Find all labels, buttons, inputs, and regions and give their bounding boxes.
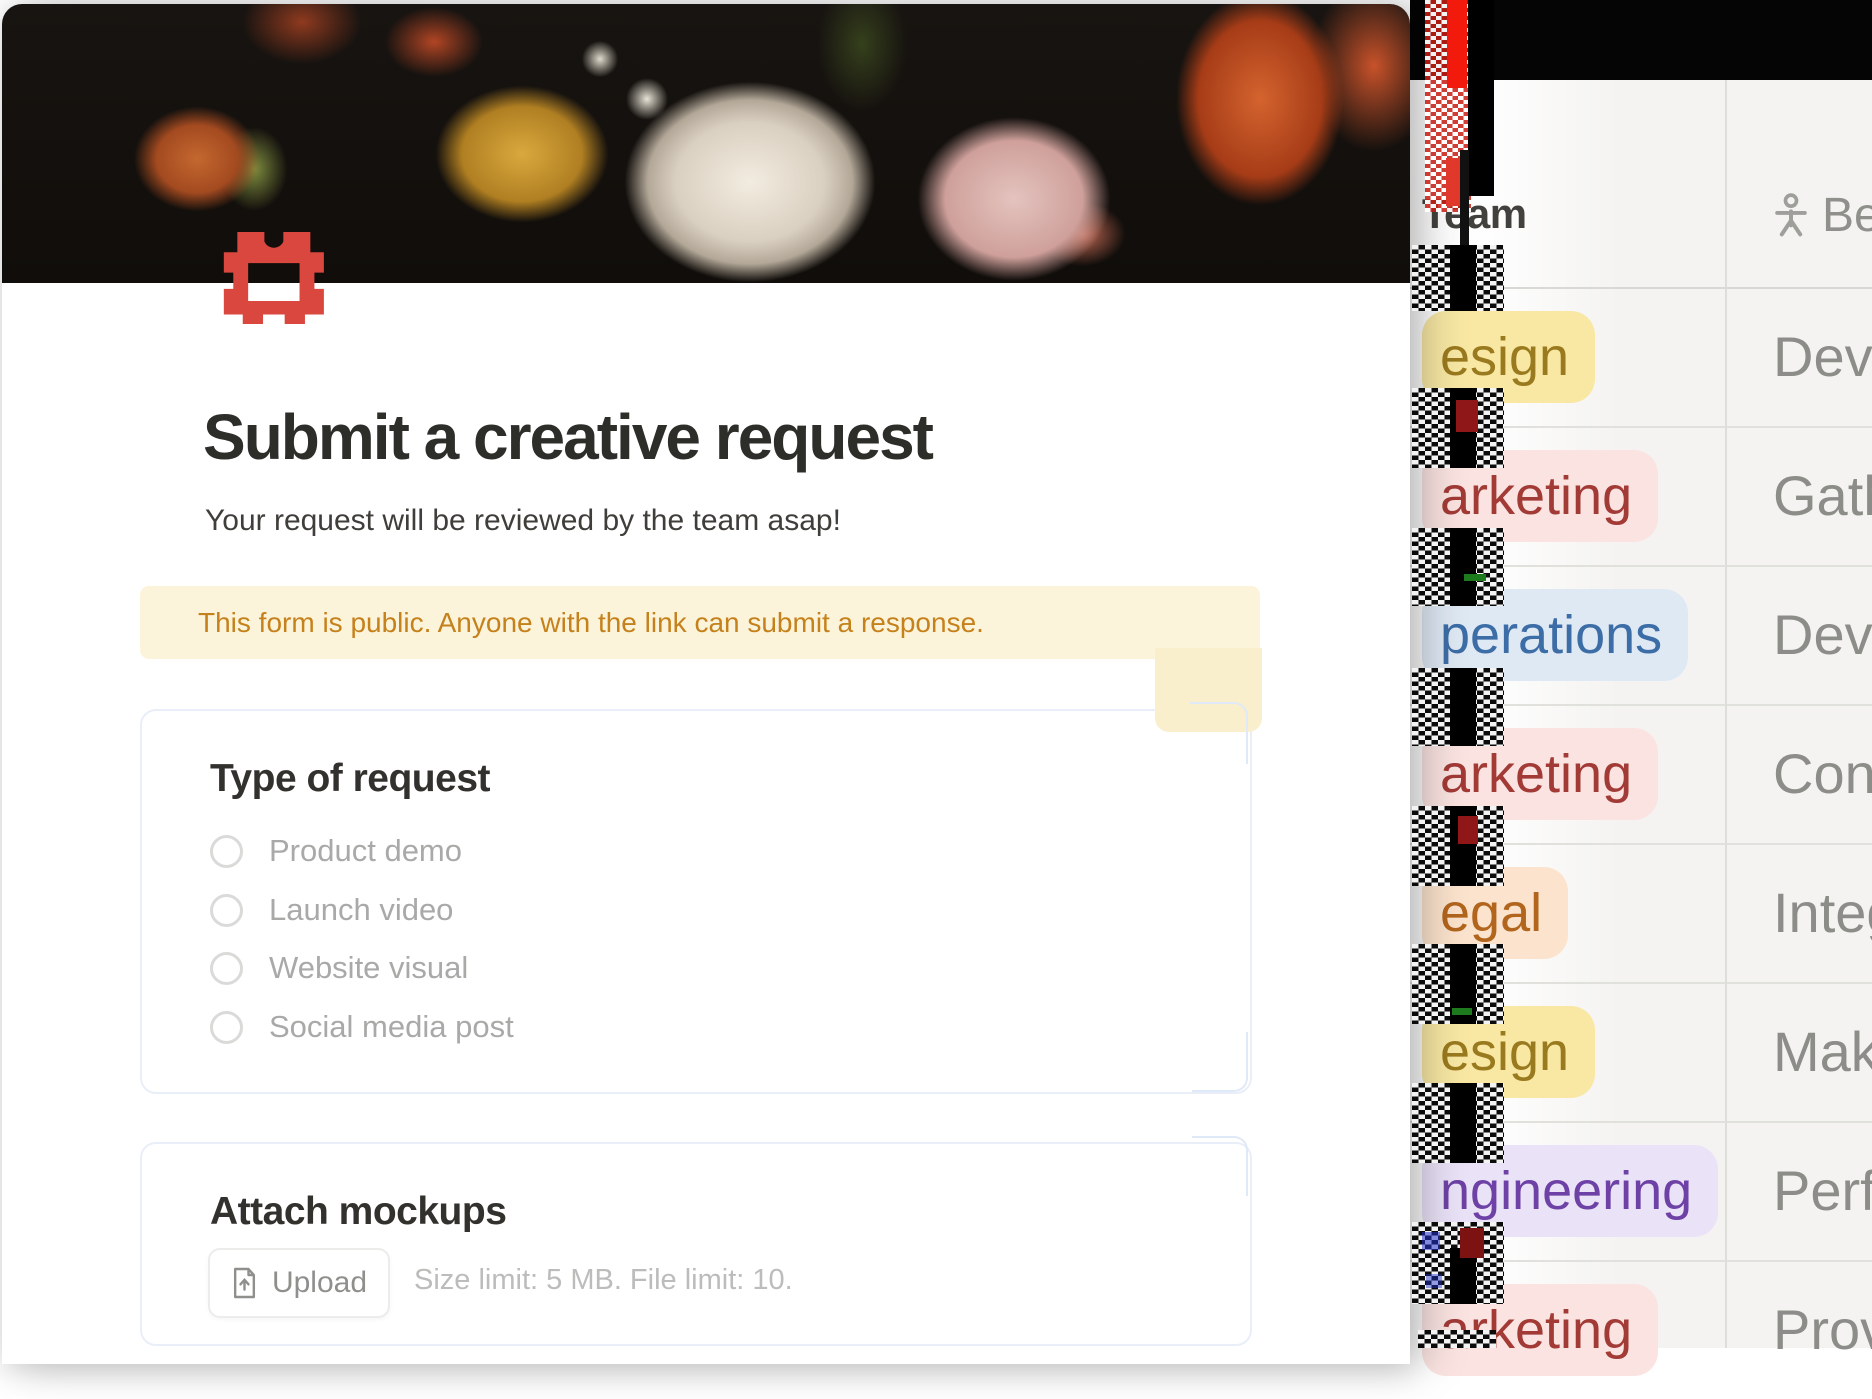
glitch-noise xyxy=(1412,944,1504,1024)
glitch-noise xyxy=(1412,1083,1504,1163)
upload-button-label: Upload xyxy=(272,1266,367,1300)
attach-mockups-card: Attach mockups Upload Size limit: 5 MB. … xyxy=(140,1142,1252,1346)
person-icon xyxy=(1772,193,1810,239)
logo-icon xyxy=(213,223,332,333)
task-cell[interactable]: Deve xyxy=(1773,602,1872,667)
radio-label: Product demo xyxy=(269,833,462,869)
glitch-black-bar xyxy=(1450,1083,1476,1163)
radio-label: Website visual xyxy=(269,950,468,986)
task-cell[interactable]: Prov xyxy=(1773,1297,1872,1362)
glitch-noise xyxy=(1412,1222,1504,1304)
glitch-black-bar xyxy=(1450,668,1476,746)
section-title: Attach mockups xyxy=(210,1190,506,1234)
glitch-noise xyxy=(1418,1330,1496,1348)
task-cell[interactable]: Cond xyxy=(1773,741,1872,806)
upload-button[interactable]: Upload xyxy=(208,1248,390,1318)
glitch-red-block xyxy=(1460,1228,1484,1258)
radio-icon[interactable] xyxy=(210,1011,243,1044)
radio-label: Social media post xyxy=(269,1009,514,1045)
glitch-green-dash xyxy=(1464,574,1486,581)
table-header-person[interactable]: Be xyxy=(1772,188,1872,243)
radio-icon[interactable] xyxy=(210,835,243,868)
glitch-black-bar xyxy=(1468,0,1494,196)
glitch-black-bar xyxy=(1450,528,1476,606)
radio-option-social-media-post[interactable]: Social media post xyxy=(210,1007,514,1047)
glitch-red-bar xyxy=(1447,0,1467,88)
radio-icon[interactable] xyxy=(210,894,243,927)
glitch-noise xyxy=(1412,806,1504,886)
page-subtitle: Your request will be reviewed by the tea… xyxy=(205,504,841,538)
radio-option-product-demo[interactable]: Product demo xyxy=(210,831,462,871)
table-header-person-label: Be xyxy=(1822,188,1872,243)
column-divider xyxy=(1725,80,1727,1348)
public-form-notice: This form is public. Anyone with the lin… xyxy=(140,586,1260,659)
page-title: Submit a creative request xyxy=(203,400,932,474)
radio-option-website-visual[interactable]: Website visual xyxy=(210,948,468,988)
form-card: Submit a creative request Your request w… xyxy=(2,4,1410,1364)
section-title: Type of request xyxy=(210,757,490,801)
radio-label: Launch video xyxy=(269,892,453,928)
glitch-red-block xyxy=(1458,816,1478,844)
glitch-card-corner-fragment xyxy=(1192,1032,1248,1092)
glitch-red-block xyxy=(1456,400,1478,432)
task-cell[interactable]: Perfo xyxy=(1773,1158,1872,1223)
type-of-request-card: Type of request Product demo Launch vide… xyxy=(140,709,1252,1094)
public-form-notice-text: This form is public. Anyone with the lin… xyxy=(198,607,984,639)
upload-file-icon xyxy=(231,1267,258,1299)
glitch-green-dash xyxy=(1452,1008,1472,1015)
glitch-blue-block xyxy=(1426,1274,1442,1288)
task-cell[interactable]: Deve xyxy=(1773,324,1872,389)
glitch-card-corner-fragment xyxy=(1190,702,1248,764)
upload-hint: Size limit: 5 MB. File limit: 10. xyxy=(414,1264,793,1297)
task-cell[interactable]: Gath xyxy=(1773,463,1872,528)
glitch-black-bar xyxy=(1450,245,1476,311)
glitch-noise xyxy=(1412,528,1504,606)
glitch-noise xyxy=(1412,388,1504,468)
glitch-card-corner-fragment xyxy=(1192,1136,1248,1196)
glitch-noise xyxy=(1412,245,1504,311)
task-cell[interactable]: Integ xyxy=(1773,880,1872,945)
radio-icon[interactable] xyxy=(210,952,243,985)
task-cell[interactable]: Make xyxy=(1773,1019,1872,1084)
glitch-noise xyxy=(1412,668,1504,746)
radio-option-launch-video[interactable]: Launch video xyxy=(210,890,453,930)
glitch-blue-block xyxy=(1422,1232,1440,1250)
